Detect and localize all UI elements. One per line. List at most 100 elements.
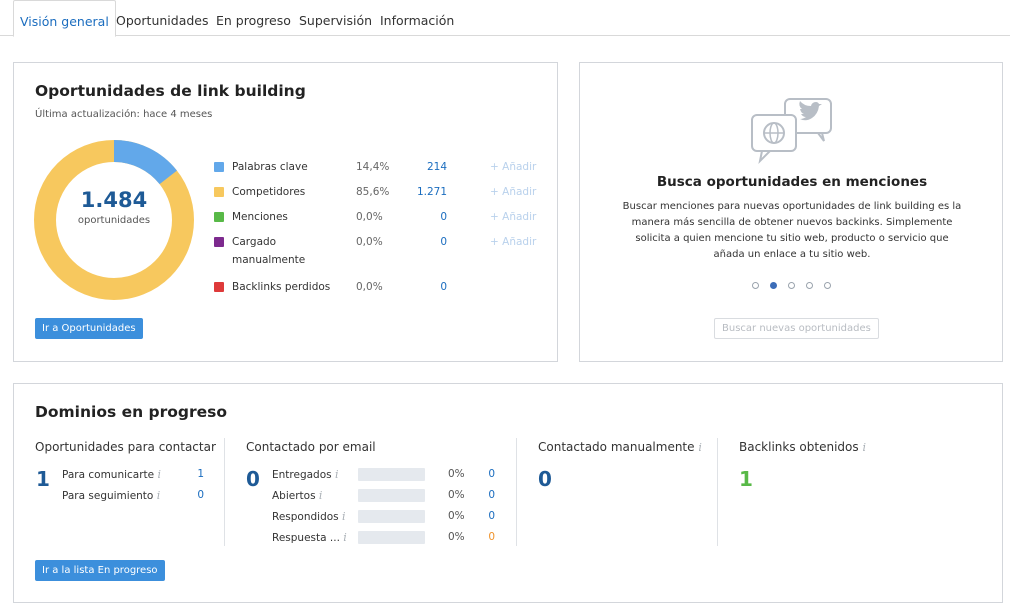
- email-contacted-title: Contactado por email: [246, 440, 376, 454]
- info-icon[interactable]: i: [335, 468, 339, 481]
- legend-label: Cargado: [232, 236, 277, 248]
- row-value-link[interactable]: 1: [184, 468, 204, 480]
- manual-total: 0: [538, 467, 552, 491]
- legend-row-palabras-clave: Palabras clave 14,4% 214 + Añadir: [214, 160, 544, 178]
- row-pct: 0%: [448, 531, 465, 543]
- go-to-opportunities-button[interactable]: Ir a Oportunidades: [35, 318, 143, 339]
- contact-opportunities-title: Oportunidades para contactar: [35, 440, 216, 454]
- row-label-text: Para comunicarte: [62, 469, 155, 481]
- manual-contacted-title: Contactado manualmente i: [538, 440, 702, 454]
- legend-label: Backlinks perdidos: [232, 281, 331, 293]
- legend-label: Menciones: [232, 211, 288, 223]
- legend-pct: 85,6%: [356, 186, 390, 198]
- row-pct: 0%: [448, 489, 465, 501]
- row-value-link[interactable]: 0: [480, 531, 495, 543]
- progress-bar: [358, 468, 425, 481]
- legend-pct: 14,4%: [356, 161, 390, 173]
- manual-contacted-title-text: Contactado manualmente: [538, 440, 695, 454]
- row-pct: 0%: [448, 510, 465, 522]
- legend-value-link[interactable]: 0: [404, 235, 447, 249]
- total-opportunities-label: oportunidades: [77, 215, 151, 226]
- legend-row-menciones: Menciones 0,0% 0 + Añadir: [214, 210, 544, 228]
- mentions-description-line: Buscar menciones para nuevas oportunidad…: [622, 201, 962, 212]
- row-value-link[interactable]: 0: [184, 489, 204, 501]
- info-icon[interactable]: i: [862, 441, 866, 454]
- legend-value-link[interactable]: 214: [404, 160, 447, 174]
- tab-supervision[interactable]: Supervisión: [299, 0, 372, 36]
- legend-swatch: [214, 187, 224, 197]
- column-divider: [717, 438, 718, 546]
- add-button[interactable]: + Añadir: [490, 235, 536, 249]
- info-icon[interactable]: i: [343, 531, 347, 544]
- last-updated: Última actualización: hace 4 meses: [35, 109, 213, 120]
- chat-bubbles-icon: [751, 98, 832, 165]
- legend-label: Competidores: [232, 186, 306, 198]
- progress-card: Dominios en progreso Oportunidades para …: [13, 383, 1003, 603]
- mentions-title: Busca oportunidades en menciones: [656, 174, 928, 190]
- progress-title: Dominios en progreso: [35, 403, 228, 421]
- progress-bar: [358, 531, 425, 544]
- backlinks-total: 1: [739, 467, 753, 491]
- row-value-link[interactable]: 0: [480, 510, 495, 522]
- info-icon[interactable]: i: [342, 510, 346, 523]
- legend-value-link[interactable]: 1.271: [404, 185, 447, 199]
- contact-total: 1: [36, 467, 50, 491]
- add-button[interactable]: + Añadir: [490, 160, 536, 174]
- row-label: Entregados i: [272, 468, 339, 481]
- legend-row-cargado-manualmente: Cargado manualmente 0,0% 0 + Añadir: [214, 235, 544, 269]
- row-label: Para seguimiento i: [62, 489, 160, 502]
- legend-swatch: [214, 282, 224, 292]
- row-label-text: Abiertos: [272, 490, 316, 502]
- mentions-description: Buscar menciones para nuevas oportunidad…: [602, 199, 982, 263]
- column-divider: [516, 438, 517, 546]
- legend-swatch: [214, 237, 224, 247]
- info-icon[interactable]: i: [157, 489, 161, 502]
- row-label-text: Respuesta ...: [272, 532, 340, 544]
- row-label: Respondidos i: [272, 510, 346, 523]
- row-label-text: Para seguimiento: [62, 490, 154, 502]
- carousel-dot[interactable]: [788, 282, 795, 289]
- row-label-text: Entregados: [272, 469, 332, 481]
- legend-pct: 0,0%: [356, 211, 383, 223]
- row-value-link[interactable]: 0: [480, 468, 495, 480]
- carousel-dot[interactable]: [752, 282, 759, 289]
- row-label: Abiertos i: [272, 489, 322, 502]
- add-button[interactable]: + Añadir: [490, 210, 536, 224]
- row-value-link[interactable]: 0: [480, 489, 495, 501]
- legend-value-link[interactable]: 0: [404, 280, 447, 294]
- add-button[interactable]: + Añadir: [490, 185, 536, 199]
- info-icon[interactable]: i: [698, 441, 702, 454]
- carousel-dot[interactable]: [824, 282, 831, 289]
- total-opportunities: 1.484: [80, 188, 148, 212]
- legend-value-link[interactable]: 0: [404, 210, 447, 224]
- tab-en-progreso[interactable]: En progreso: [216, 0, 291, 36]
- mentions-description-line: manera más sencilla de obtener nuevos ba…: [631, 217, 953, 228]
- row-pct: 0%: [448, 468, 465, 480]
- row-label: Para comunicarte i: [62, 468, 161, 481]
- legend-swatch: [214, 212, 224, 222]
- opportunities-card: Oportunidades de link building Última ac…: [13, 62, 558, 362]
- legend-row-backlinks-perdidos: Backlinks perdidos 0,0% 0: [214, 280, 544, 298]
- legend-row-competidores: Competidores 85,6% 1.271 + Añadir: [214, 185, 544, 203]
- tab-informacion[interactable]: Información: [380, 0, 454, 36]
- backlinks-obtained-title: Backlinks obtenidos i: [739, 440, 866, 454]
- legend-label-line2: manualmente: [232, 254, 306, 266]
- carousel-dot-active[interactable]: [770, 282, 777, 289]
- opportunities-title: Oportunidades de link building: [35, 82, 306, 100]
- legend-label: Palabras clave: [232, 161, 308, 173]
- tab-oportunidades[interactable]: Oportunidades: [116, 0, 209, 36]
- email-total: 0: [246, 467, 260, 491]
- row-label-text: Respondidos: [272, 511, 339, 523]
- info-icon[interactable]: i: [319, 489, 323, 502]
- find-new-opportunities-button[interactable]: Buscar nuevas oportunidades: [714, 318, 879, 339]
- progress-bar: [358, 489, 425, 502]
- carousel-dot[interactable]: [806, 282, 813, 289]
- row-label: Respuesta ... i: [272, 531, 347, 544]
- legend-swatch: [214, 162, 224, 172]
- tab-vision-general[interactable]: Visión general: [13, 0, 116, 37]
- tab-bar: Visión general Oportunidades En progreso…: [0, 0, 1010, 37]
- go-to-in-progress-list-button[interactable]: Ir a la lista En progreso: [35, 560, 165, 581]
- info-icon[interactable]: i: [157, 468, 161, 481]
- mentions-card: Busca oportunidades en menciones Buscar …: [579, 62, 1003, 362]
- legend-pct: 0,0%: [356, 236, 383, 248]
